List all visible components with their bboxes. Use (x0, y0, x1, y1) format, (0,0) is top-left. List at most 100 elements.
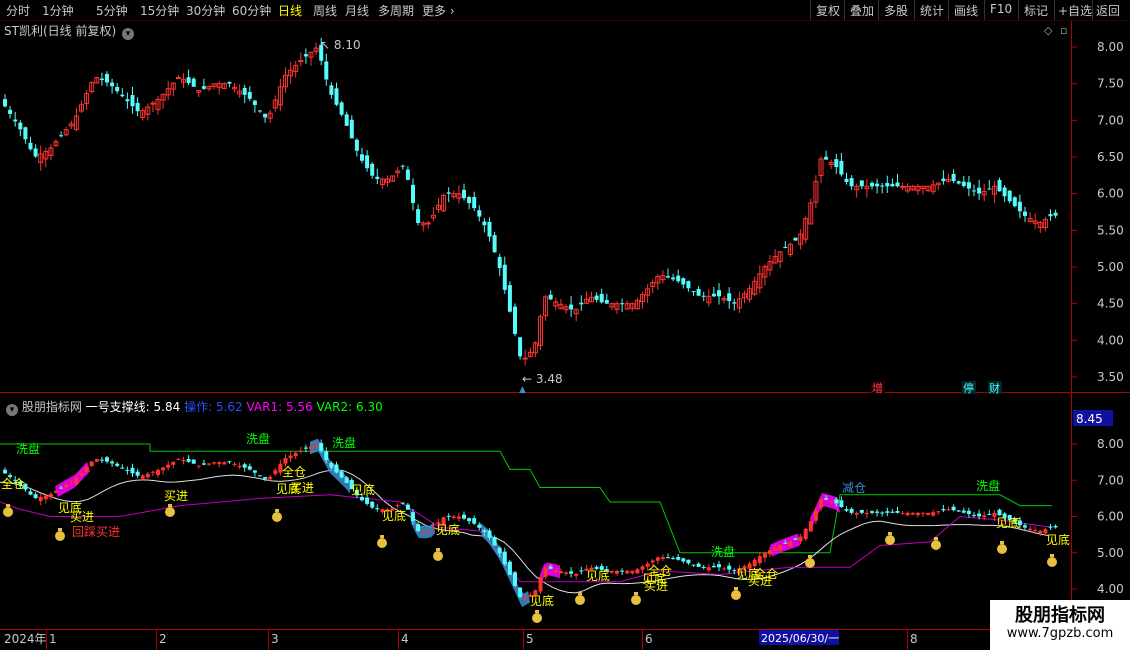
low-price-label: ← 3.48 (522, 372, 563, 386)
indicator-candle-body (487, 530, 492, 538)
indicator-candle-body (405, 504, 410, 510)
indicator-candles (3, 439, 1058, 602)
indicator-candle-body (38, 496, 43, 502)
candle-body (263, 113, 268, 118)
candle-body (870, 182, 874, 187)
chart-canvas[interactable]: 8.00 7.50 7.00 6.50 6.00 5.50 5.00 4.50 4.00 3.50… (0, 0, 1130, 650)
indicator-candle-body (186, 458, 191, 462)
indicator-candle-body (375, 508, 380, 510)
candle-body (191, 78, 196, 87)
indicator-candle-body (99, 459, 104, 461)
low-point-marker-icon: ▲ (519, 385, 526, 395)
candle-body (696, 289, 701, 296)
indicator-candle-body (564, 572, 568, 574)
indicator-candle-body (783, 542, 788, 544)
candle-body (941, 178, 946, 182)
var2-line (0, 443, 1052, 554)
money-bag-icon (532, 613, 542, 623)
candle-body (344, 114, 349, 126)
candle-body (425, 222, 431, 225)
candle-body (125, 99, 130, 102)
watermark-name: 股朋指标网 (1015, 605, 1105, 626)
indicator-candle-body (472, 518, 477, 524)
indicator-candle-body (242, 464, 247, 468)
indicator-candle-body (360, 497, 364, 501)
signal-xipan: 洗盘 (16, 441, 40, 456)
indicator-candle-body (870, 511, 874, 513)
indicator-candle-body (227, 461, 232, 463)
indicator-candle-body (150, 471, 155, 473)
indicator-candle-body (936, 511, 941, 513)
candle-body (793, 237, 798, 241)
indicator-tick-label: 7.00 (1097, 473, 1124, 487)
indicator-candle-body (660, 557, 665, 559)
indicator-candle-body (201, 463, 206, 465)
candle-body (885, 183, 890, 187)
indicator-candle-body (298, 450, 303, 452)
indicator-candle-body (28, 491, 33, 495)
candle-body (247, 91, 252, 99)
candle-body (467, 196, 472, 204)
indicator-candle-body (686, 559, 691, 564)
indicator-candle-body (84, 467, 89, 472)
money-bag-knot (578, 592, 582, 595)
indicator-candle-body (844, 509, 849, 511)
indicator-candle-body (283, 457, 288, 464)
money-bag-knot (634, 592, 638, 595)
indicator-candle-body (1033, 529, 1038, 532)
indicator-candle-body (813, 510, 818, 521)
candle-body (997, 179, 1002, 192)
candle-body (987, 188, 992, 190)
indicator-candle-body (625, 570, 630, 574)
candle-body (1053, 212, 1058, 216)
candle-body (120, 94, 125, 97)
money-bag-icon (3, 507, 13, 517)
money-bag-knot (888, 532, 892, 535)
time-label: 2024年 (4, 632, 47, 646)
indicator-candle-body (778, 545, 783, 550)
money-bag-icon (377, 538, 387, 548)
money-bag-knot (535, 610, 539, 613)
indicator-candle-body (497, 547, 502, 554)
indicator-candle-body (671, 557, 676, 559)
indicator-candle-body (247, 466, 252, 470)
high-price-label: ↖ 8.10 (320, 38, 361, 52)
candle-body (135, 102, 140, 112)
indicator-candle-body (120, 467, 125, 469)
signal-jiandi: 见底 (351, 482, 375, 497)
candle-body (18, 122, 23, 130)
indicator-candle-body (1048, 526, 1053, 528)
indicator-candle-body (762, 552, 767, 558)
indicator-candle-body (956, 510, 961, 512)
indicator-candle-body (900, 512, 905, 514)
indicator-candle-body (258, 475, 262, 477)
candle-body (477, 210, 482, 217)
signal-huicai: 回踩买进 (72, 525, 120, 539)
indicator-candle-body (309, 446, 313, 450)
indicator-candle-body (961, 510, 966, 513)
time-label: 4 (401, 632, 409, 646)
candle-body (1007, 190, 1012, 202)
candle-body (972, 190, 976, 192)
indicator-candle-body (288, 455, 293, 459)
indicator-candle-body (701, 566, 706, 568)
indicator-candle-body (1053, 525, 1058, 528)
candle-body (482, 221, 487, 226)
indicator-candle-body (79, 472, 84, 476)
indicator-candle-body (334, 464, 339, 473)
indicator-candle-body (864, 512, 869, 515)
indicator-candle-body (615, 570, 619, 574)
indicator-candle-body (706, 567, 711, 571)
indicator-candle-body (156, 469, 160, 475)
candle-body (175, 76, 181, 79)
indicator-candle-body (456, 516, 461, 519)
candle-body (8, 109, 13, 114)
signal-xipan: 洗盘 (976, 478, 1000, 493)
candle-body (360, 154, 364, 161)
signal-jiandi: 见底 (586, 568, 610, 583)
indicator-candle-body (59, 487, 64, 489)
indicator-candle-body (166, 464, 171, 468)
candle-body (849, 178, 854, 187)
indicator-candle-body (905, 512, 910, 516)
money-bag-icon (885, 535, 895, 545)
